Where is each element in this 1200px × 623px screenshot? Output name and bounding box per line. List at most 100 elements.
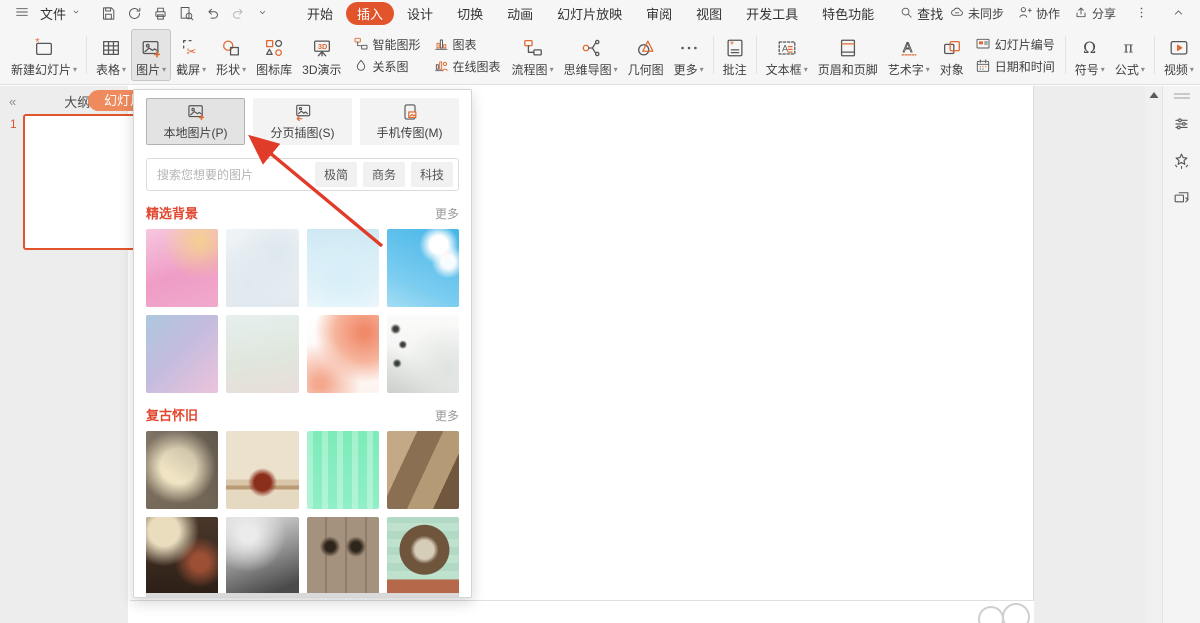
ribbon-button-picture[interactable]: 图片 ▾ — [131, 29, 172, 81]
output-button[interactable] — [122, 3, 146, 25]
menu-tab[interactable]: 设计 — [396, 2, 444, 25]
ribbon-button-screenshot[interactable]: ✂ 截屏 ▾ — [171, 29, 211, 81]
thumbnail-pocket-watch-camera-desk[interactable] — [146, 517, 219, 595]
dropdown-arrow-icon: ▾ — [1100, 64, 1105, 74]
dropdown-action-local-picture[interactable]: 本地图片(P) — [146, 98, 245, 145]
dropdown-action-page-illustration[interactable]: 分页插图(S) — [253, 98, 352, 145]
ribbon-button-new-slide[interactable]: * 新建幻灯片 ▾ — [6, 29, 82, 81]
thumbnail-vintage-tv-mint-wall[interactable] — [386, 517, 459, 595]
collaborate-label: 协作 — [1035, 7, 1060, 21]
ribbon-button-slide-number[interactable]: 幻灯片编号 — [972, 35, 1058, 54]
thumbnail-red-bell-on-shelf[interactable] — [226, 431, 299, 509]
thumbnail-light-blue-sky-wash[interactable] — [306, 229, 379, 307]
thumbnail-ink-mountains-swallows[interactable] — [386, 315, 459, 393]
ribbon-button-relation-chart[interactable]: 关系图 — [350, 57, 424, 76]
ribbon-button-table[interactable]: 表格 ▾ — [91, 29, 131, 81]
redo-button[interactable] — [226, 3, 250, 25]
image-search-input[interactable] — [147, 159, 315, 190]
effects-star-button[interactable] — [1172, 151, 1191, 173]
collapse-ribbon-button[interactable] — [1166, 3, 1190, 25]
ribbon-button-datetime[interactable]: 日期和时间 — [972, 57, 1058, 76]
find-button[interactable]: 查找 — [899, 4, 943, 23]
thumbnail-purple-blue-gradient[interactable] — [146, 315, 219, 393]
chev-up-icon — [1174, 10, 1182, 14]
file-menu[interactable]: 文件 — [40, 4, 82, 23]
section-more-link[interactable]: 更多 — [435, 407, 459, 424]
assistant-peek-circle[interactable] — [1002, 603, 1030, 623]
thumbnail-coral-watercolor-flowers[interactable] — [306, 315, 379, 393]
collapse-panel-button[interactable]: « — [9, 94, 16, 109]
share-button[interactable]: 分享 — [1073, 4, 1116, 23]
ribbon-button-icon-library[interactable]: 图标库 — [251, 29, 297, 81]
print-button[interactable] — [148, 3, 172, 25]
menu-tab[interactable]: 动画 — [496, 2, 544, 25]
vertical-scrollbar[interactable] — [1145, 86, 1162, 623]
dropdown-action-phone-transfer[interactable]: 手机传图(M) — [360, 98, 459, 145]
hamburger-menu-button[interactable] — [10, 3, 34, 25]
ribbon-button-3d-show[interactable]: 3D 3D演示 — [297, 29, 346, 81]
rail-drag-handle[interactable] — [1173, 93, 1190, 99]
search-tag-0[interactable]: 极简 — [314, 162, 357, 187]
sync-status-button[interactable]: 未同步 — [949, 4, 1004, 23]
thumbnail-sepia-photo-collage[interactable] — [386, 431, 459, 509]
svg-text:Ω: Ω — [1083, 39, 1096, 57]
ribbon-button-label: 新建幻灯片 — [11, 62, 72, 77]
ribbon-button-wordart[interactable]: A 艺术字 ▾ — [883, 29, 935, 81]
ribbon-button-chart[interactable]: 图表 — [430, 35, 504, 54]
menu-tab[interactable]: 审阅 — [635, 2, 683, 25]
search-tag-1[interactable]: 商务 — [362, 162, 405, 187]
properties-sliders-button[interactable] — [1172, 114, 1191, 136]
svg-text:*: * — [35, 37, 40, 49]
thumbnail-mint-green-vintage-pattern[interactable] — [306, 431, 379, 509]
ribbon-button-video[interactable]: 视频 ▾ — [1159, 29, 1199, 81]
screenshot-icon: ✂ — [183, 39, 197, 58]
ribbon-button-mind-map[interactable]: 思维导图 ▾ — [559, 29, 623, 81]
menu-tab[interactable]: 开始 — [296, 2, 344, 25]
menu-tab[interactable]: 插入 — [346, 2, 395, 25]
thumbnail-blue-sky-paper-plane[interactable] — [386, 229, 459, 307]
ribbon-button-flow-chart[interactable]: 流程图 ▾ — [507, 29, 559, 81]
collaborate-button[interactable]: 协作 — [1017, 4, 1060, 23]
thumbnail-vintage-notebook-quill[interactable] — [146, 431, 219, 509]
ribbon-toolbar: * 新建幻灯片 ▾ 表格 ▾ 图片 ▾ ✂ 截屏 ▾ 形状 ▾ 图标库 3D 3… — [0, 27, 1200, 85]
ribbon-button-formula[interactable]: π 公式 ▾ — [1110, 29, 1150, 81]
menu-tab[interactable]: 幻灯片放映 — [546, 2, 633, 25]
assistant-peek-circle[interactable] — [978, 606, 1004, 623]
more-options-button[interactable] — [1129, 3, 1153, 25]
ribbon-button-header-footer[interactable]: 页眉和页脚 — [813, 29, 883, 81]
thumbnail-pink-watercolor-crane[interactable] — [146, 229, 219, 307]
thumbnail-steam-train-bw[interactable] — [226, 517, 299, 595]
ribbon-button-more-dots[interactable]: 更多 ▾ — [669, 29, 709, 81]
menu-tab[interactable]: 视图 — [685, 2, 733, 25]
ribbon-button-smart-graphic[interactable]: 智能图形 — [350, 35, 424, 54]
object-icon — [943, 40, 960, 54]
menu-tab[interactable]: 开发工具 — [735, 2, 809, 25]
thumbnail-wooden-door-ring-handles[interactable] — [306, 517, 379, 595]
kebab-icon — [1134, 5, 1149, 23]
ribbon-button-shapes[interactable]: 形状 ▾ — [211, 29, 251, 81]
ribbon-button-label: 图标库 — [256, 62, 293, 77]
menu-tab[interactable]: 特色功能 — [811, 2, 885, 25]
slide-thumbnail[interactable] — [23, 114, 141, 250]
file-menu-label: 文件 — [40, 7, 67, 22]
undo-button[interactable] — [200, 3, 224, 25]
scroll-up-button[interactable] — [1145, 88, 1162, 102]
ribbon-button-object[interactable]: 对象 — [935, 29, 969, 81]
preview-button[interactable] — [174, 3, 198, 25]
ribbon-button-textbox[interactable]: A 文本框 ▾ — [761, 29, 813, 81]
ribbon-button-symbol[interactable]: Ω 符号 ▾ — [1070, 29, 1110, 81]
thumbnail-pale-blue-cactus[interactable] — [226, 229, 299, 307]
switch-objects-button[interactable] — [1172, 188, 1191, 210]
customize-quick-access-button[interactable] — [250, 3, 274, 25]
ribbon-button-online-chart[interactable]: 在线图表 — [430, 57, 504, 76]
svg-text:✂: ✂ — [187, 44, 197, 58]
section-more-link[interactable]: 更多 — [435, 205, 459, 222]
menu-tab[interactable]: 切换 — [446, 2, 494, 25]
save-button[interactable] — [96, 3, 120, 25]
datetime-icon — [976, 59, 989, 72]
ribbon-button-geometry[interactable]: 几何图 — [623, 29, 669, 81]
tab-outline[interactable]: 大纲 — [64, 92, 90, 111]
search-tag-2[interactable]: 科技 — [410, 162, 453, 187]
thumbnail-pastel-mist-gradient[interactable] — [226, 315, 299, 393]
ribbon-button-comment[interactable]: * 批注 — [718, 29, 752, 81]
